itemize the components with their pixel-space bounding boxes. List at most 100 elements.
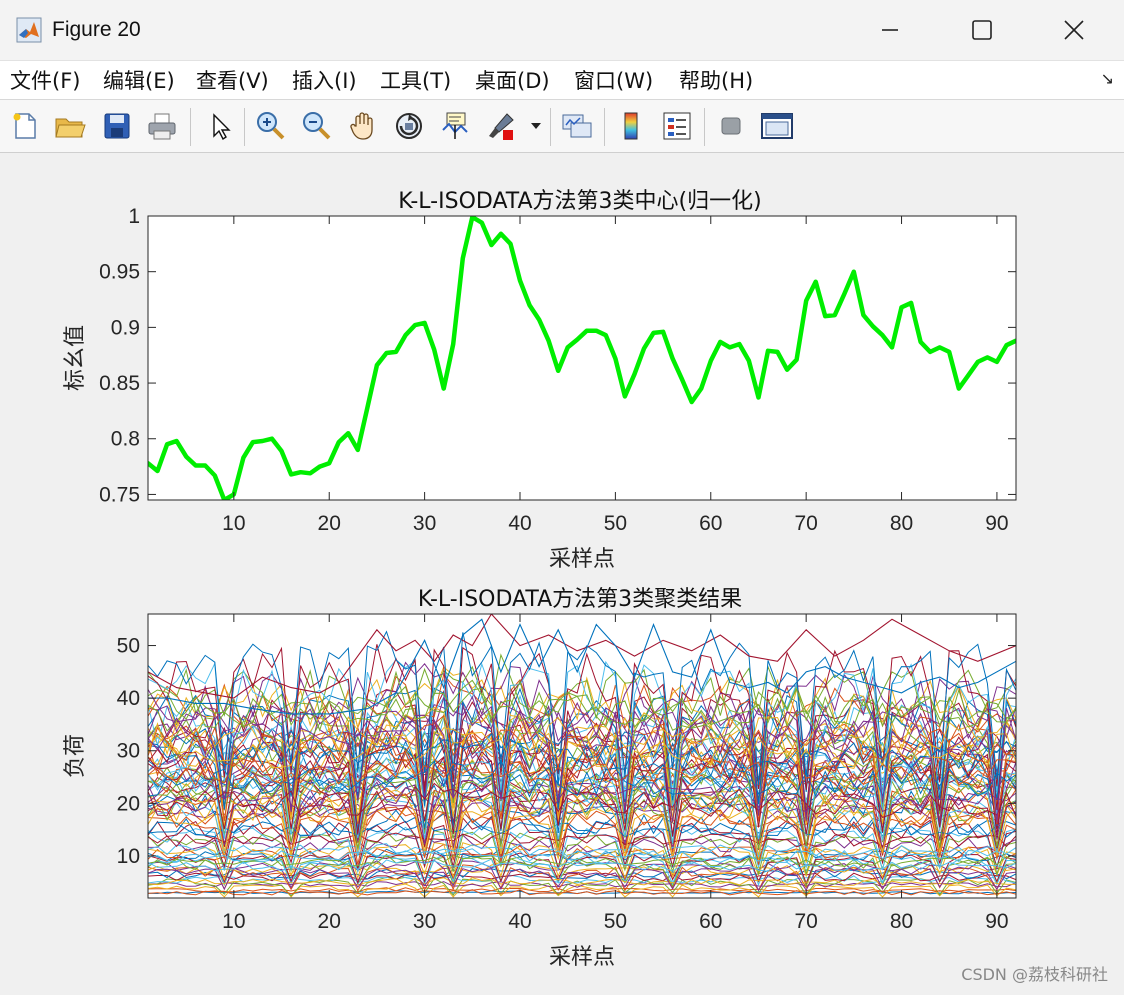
menu-edit[interactable]: 编辑(E): [103, 65, 175, 95]
brush-dropdown-button[interactable]: [526, 107, 546, 145]
toolbar: [0, 100, 1124, 153]
matlab-logo-icon: [16, 17, 42, 43]
menu-help[interactable]: 帮助(H): [679, 65, 753, 95]
toolbar-separator: [550, 108, 551, 146]
y-tick-label: 0.85: [99, 372, 140, 395]
plots-svg: 10 20 30 40 50 60 70 80 90 0.75 0.8 0.85 0.9 0.95 1 K-L…: [63, 189, 1017, 970]
x-tick-label: 40: [508, 910, 531, 933]
show-plot-tools-button[interactable]: [758, 107, 796, 145]
brush-button[interactable]: [482, 107, 520, 145]
dock-icon: [761, 113, 793, 139]
toolbar-separator: [190, 108, 191, 146]
rotate-3d-icon: [396, 113, 422, 139]
axes-background: [148, 216, 1016, 500]
maximize-icon: [972, 20, 992, 40]
chart-2: 10 20 30 40 50 60 70 80 90 10 20 30 40 50 K-L-ISODATA方…: [63, 587, 1017, 970]
link-plot-icon: [562, 114, 592, 138]
x-axis-label: 采样点: [549, 547, 615, 572]
print-icon: [148, 113, 176, 140]
y-tick-label: 1: [128, 205, 140, 228]
hide-plot-tools-button[interactable]: [712, 107, 750, 145]
toolbar-separator: [704, 108, 705, 146]
pan-hand-icon: [350, 112, 373, 140]
menu-bar: 文件(F) 编辑(E) 查看(V) 插入(I) 工具(T) 桌面(D) 窗口(W…: [0, 61, 1124, 100]
hide-tools-icon: [721, 117, 741, 135]
pointer-icon: [213, 113, 231, 141]
zoom-in-icon: [257, 112, 285, 140]
title-bar: Figure 20: [0, 0, 1124, 61]
data-cursor-icon: [442, 112, 468, 139]
y-axis-label: 标幺值: [63, 325, 88, 391]
minimize-button[interactable]: [844, 0, 936, 60]
save-icon: [104, 113, 130, 139]
y-tick-label: 50: [117, 635, 140, 658]
toolbar-separator: [244, 108, 245, 146]
data-cursor-button[interactable]: [436, 107, 474, 145]
maximize-button[interactable]: [936, 0, 1028, 60]
x-tick-label: 10: [222, 512, 245, 535]
x-axis-label: 采样点: [549, 945, 615, 970]
zoom-out-icon: [303, 112, 331, 140]
x-tick-label: 70: [794, 910, 817, 933]
chart-title: K-L-ISODATA方法第3类中心(归一化): [398, 189, 761, 214]
minimize-icon: [882, 29, 898, 31]
watermark: CSDN @荔枝科研社: [961, 965, 1108, 984]
insert-colorbar-button[interactable]: [612, 107, 650, 145]
y-tick-label: 0.75: [99, 483, 140, 506]
link-plot-button[interactable]: [558, 107, 596, 145]
menu-overflow-arrow-icon[interactable]: ↘: [1101, 69, 1114, 88]
menu-window[interactable]: 窗口(W): [574, 65, 653, 95]
menu-view[interactable]: 查看(V): [196, 65, 269, 95]
x-tick-label: 80: [890, 910, 913, 933]
y-axis-label: 负荷: [63, 734, 88, 778]
select-pointer-button[interactable]: [200, 107, 238, 145]
menu-desktop[interactable]: 桌面(D): [475, 65, 550, 95]
new-file-icon: [13, 113, 36, 139]
figure-canvas: 10 20 30 40 50 60 70 80 90 0.75 0.8 0.85 0.9 0.95 1 K-L…: [0, 153, 1124, 995]
print-button[interactable]: [143, 107, 181, 145]
y-tick-label: 40: [117, 687, 140, 710]
close-icon: [1064, 20, 1084, 40]
x-tick-label: 40: [508, 512, 531, 535]
menu-insert[interactable]: 插入(I): [292, 65, 357, 95]
y-tick-label: 30: [117, 740, 140, 763]
x-tick-label: 20: [318, 910, 341, 933]
save-button[interactable]: [98, 107, 136, 145]
open-folder-icon: [55, 118, 86, 138]
rotate-3d-button[interactable]: [390, 107, 428, 145]
menu-file[interactable]: 文件(F): [10, 65, 80, 95]
insert-legend-button[interactable]: [658, 107, 696, 145]
zoom-in-button[interactable]: [252, 107, 290, 145]
x-tick-label: 20: [318, 512, 341, 535]
y-tick-label: 10: [117, 845, 140, 868]
x-tick-label: 80: [890, 512, 913, 535]
toolbar-separator: [604, 108, 605, 146]
x-tick-label: 10: [222, 910, 245, 933]
x-tick-label: 70: [794, 512, 817, 535]
zoom-out-button[interactable]: [298, 107, 336, 145]
colorbar-icon: [624, 112, 638, 140]
x-tick-label: 90: [985, 512, 1008, 535]
x-tick-label: 60: [699, 512, 722, 535]
y-tick-label: 0.9: [111, 316, 140, 339]
chart-title: K-L-ISODATA方法第3类聚类结果: [418, 587, 742, 612]
legend-icon: [663, 112, 691, 140]
close-button[interactable]: [1028, 0, 1120, 60]
open-folder-button[interactable]: [51, 107, 89, 145]
pan-button[interactable]: [344, 107, 382, 145]
chevron-down-icon: [531, 123, 541, 129]
x-tick-label: 30: [413, 910, 436, 933]
window-title: Figure 20: [52, 18, 141, 41]
y-tick-label: 0.95: [99, 261, 140, 284]
y-tick-label: 0.8: [111, 428, 140, 451]
y-tick-label: 20: [117, 792, 140, 815]
chart-1: 10 20 30 40 50 60 70 80 90 0.75 0.8 0.85 0.9 0.95 1 K-L…: [63, 189, 1017, 572]
x-tick-label: 60: [699, 910, 722, 933]
x-tick-label: 90: [985, 910, 1008, 933]
x-tick-label: 50: [604, 512, 627, 535]
new-file-button[interactable]: [6, 107, 44, 145]
menu-tools[interactable]: 工具(T): [380, 65, 451, 95]
brush-icon: [489, 113, 514, 140]
x-tick-label: 50: [604, 910, 627, 933]
x-tick-label: 30: [413, 512, 436, 535]
